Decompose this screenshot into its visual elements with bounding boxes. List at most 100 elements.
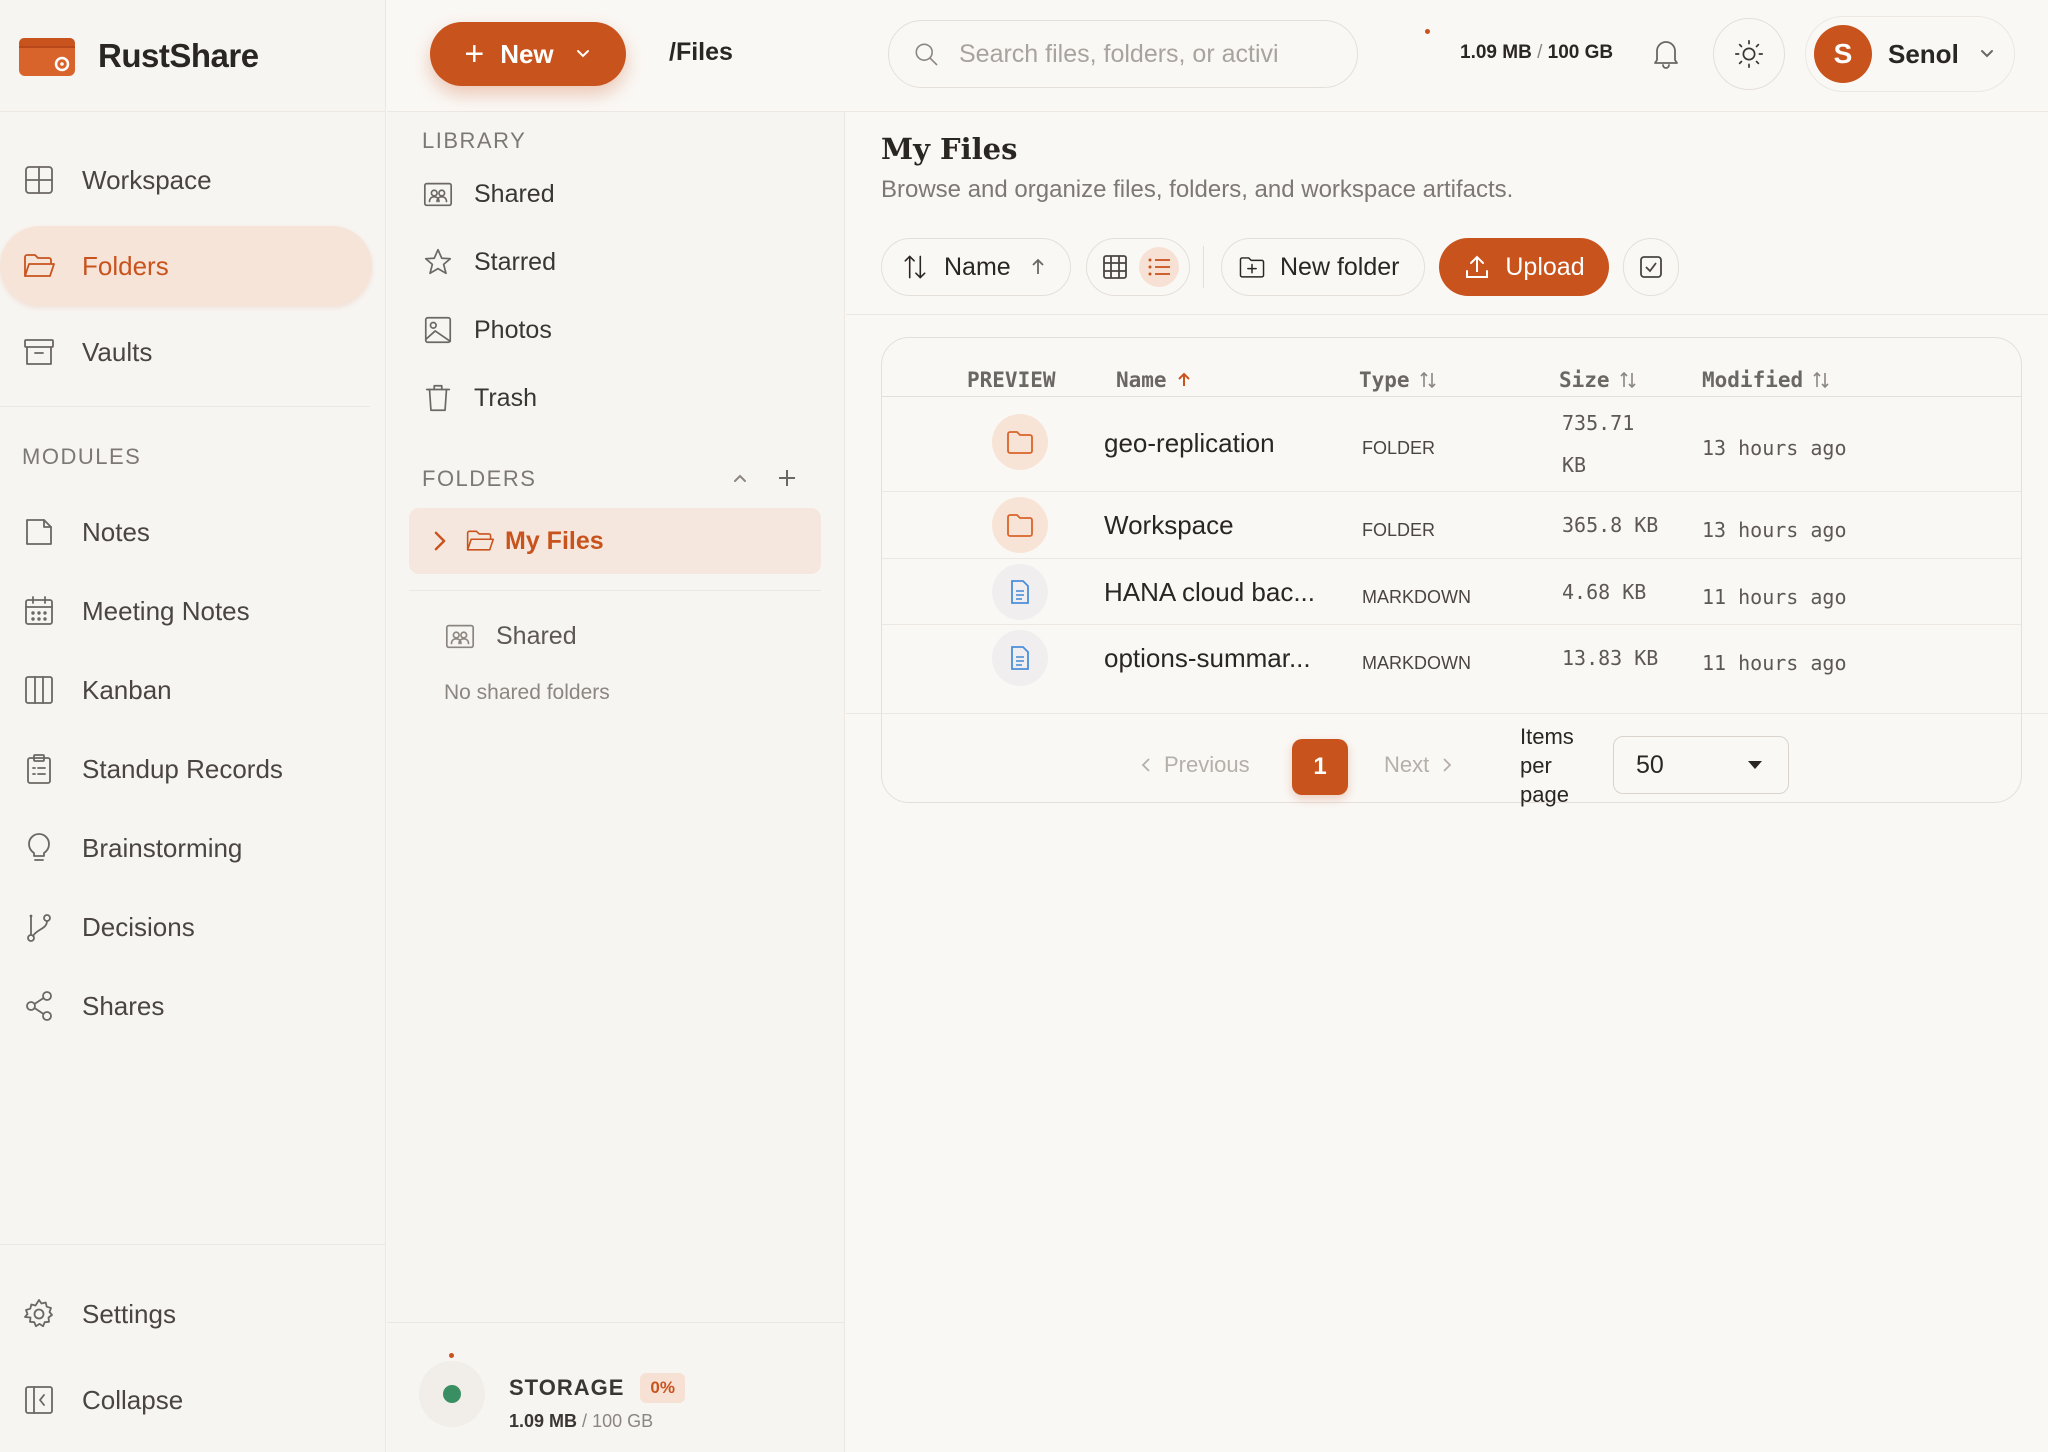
user-menu[interactable]: S Senol [1805,16,2015,92]
theme-toggle-button[interactable] [1713,18,1785,90]
search-box[interactable] [888,20,1358,88]
nav-meeting-notes[interactable]: Meeting Notes [0,571,372,651]
nav-folders[interactable]: Folders [0,226,372,306]
storage-title: STORAGE 0% [509,1373,685,1403]
shared-folders-header[interactable]: Shared [444,620,577,652]
table-row[interactable]: HANA cloud bac... MARKDOWN 4.68 KB 11 ho… [882,558,2021,624]
nav-brainstorming[interactable]: Brainstorming [0,808,372,888]
library-item-photos[interactable]: Photos [422,314,552,346]
nav-standup-records[interactable]: Standup Records [0,729,372,809]
column-header-modified[interactable]: Modified [1702,368,1831,392]
file-type: MARKDOWN [1362,587,1471,607]
add-folder-icon[interactable] [776,467,798,489]
nav-workspace[interactable]: Workspace [0,140,372,220]
arrow-up-icon [1032,258,1044,274]
search-input[interactable] [959,39,1339,69]
sort-button[interactable]: Name [881,238,1071,296]
sort-icon [1620,371,1636,389]
file-name[interactable]: Workspace [1104,510,1234,541]
storage-total: 100 GB [592,1411,654,1431]
usage-used: 1.09 MB [1460,42,1532,63]
folder-tree-item-my-files[interactable]: My Files [409,508,821,574]
clipboard-icon [27,754,51,784]
folder-open-icon [24,254,55,277]
storage-label: STORAGE [509,1375,625,1400]
next-page-button[interactable]: Next [1384,752,1455,778]
nav-collapse[interactable]: Collapse [0,1360,372,1440]
column-header-type[interactable]: Type [1359,368,1438,392]
table-row[interactable]: options-summar... MARKDOWN 13.83 KB 11 h… [882,624,2021,690]
page-number-button[interactable]: 1 [1292,739,1348,795]
branch-icon [27,914,51,942]
grid-icon [25,166,53,194]
column-size-label: Size [1559,368,1610,392]
select-mode-button[interactable] [1623,238,1679,296]
bell-icon[interactable] [1649,36,1683,70]
library-item-trash[interactable]: Trash [422,382,537,414]
nav-kanban[interactable]: Kanban [0,650,372,730]
empty-shared-message: No shared folders [444,681,610,704]
previous-page-button[interactable]: Previous [1138,752,1250,778]
folder-thumbnail [992,497,1048,553]
chevron-right-icon [1443,758,1452,772]
shared-label: Shared [496,621,577,650]
items-per-page-select[interactable]: 50 [1613,736,1789,794]
file-size: 13.83 KB [1562,646,1659,670]
folder-plus-icon [1239,257,1265,278]
star-icon [424,248,452,275]
nav-vaults[interactable]: Vaults [0,312,372,392]
sort-icon [1813,371,1829,389]
document-icon [1011,646,1029,670]
sort-label: Name [944,252,1011,281]
plus-icon: + [464,34,485,73]
new-button[interactable]: + New [430,22,626,86]
view-toggle[interactable] [1086,238,1190,296]
nav-label: Workspace [82,164,212,195]
file-name[interactable]: HANA cloud bac... [1104,577,1315,608]
nav-label: Collapse [82,1384,184,1415]
column-type-label: Type [1359,368,1410,392]
grid-view-icon[interactable] [1101,253,1129,281]
nav-label: Brainstorming [82,832,243,863]
sun-icon [1734,39,1764,69]
image-icon [424,316,452,344]
table-row[interactable]: geo-replication FOLDER 735.71 KB 13 hour… [882,396,2021,491]
nav-settings[interactable]: Settings [0,1274,372,1354]
shared-folder-icon [445,624,475,649]
library-item-starred[interactable]: Starred [422,246,556,278]
trash-icon [425,384,451,412]
library-item-label: Starred [474,247,556,276]
library-panel: LIBRARY Shared Starred Photos Trash FOLD… [387,112,845,1452]
nav-label: Meeting Notes [82,595,250,626]
table-row[interactable]: Workspace FOLDER 365.8 KB 13 hours ago [882,491,2021,558]
column-header-name[interactable]: Name [1116,368,1193,392]
column-header-size[interactable]: Size [1559,368,1638,392]
nav-notes[interactable]: Notes [0,492,372,572]
upload-button[interactable]: Upload [1439,238,1609,296]
user-name: Senol [1888,38,1959,69]
brand[interactable]: RustShare [0,0,385,112]
file-modified: 11 hours ago [1702,651,1847,675]
chevron-right-icon[interactable] [425,526,455,556]
list-view-icon[interactable] [1139,247,1179,287]
library-item-label: Shared [474,179,555,208]
modules-label: MODULES [22,444,142,469]
sidebar: RustShare Workspace Folders Vaults MODUL… [0,0,386,1452]
chevron-up-icon[interactable] [730,468,750,488]
breadcrumb[interactable]: /Files [669,38,733,67]
new-button-label: New [500,38,554,69]
file-name[interactable]: geo-replication [1104,428,1275,459]
file-name[interactable]: options-summar... [1104,643,1311,674]
storage-indicator [443,1385,461,1403]
file-modified: 11 hours ago [1702,585,1847,609]
library-item-shared[interactable]: Shared [422,178,555,210]
status-dot [449,1353,454,1358]
nav-shares[interactable]: Shares [0,966,372,1046]
folder-open-icon [466,530,495,551]
storage-used: 1.09 MB [509,1411,578,1431]
items-per-page-label: Items per page [1520,724,1574,807]
columns-icon [25,676,53,704]
nav-label: Standup Records [82,753,283,784]
new-folder-button[interactable]: New folder [1221,238,1425,296]
nav-decisions[interactable]: Decisions [0,887,372,967]
